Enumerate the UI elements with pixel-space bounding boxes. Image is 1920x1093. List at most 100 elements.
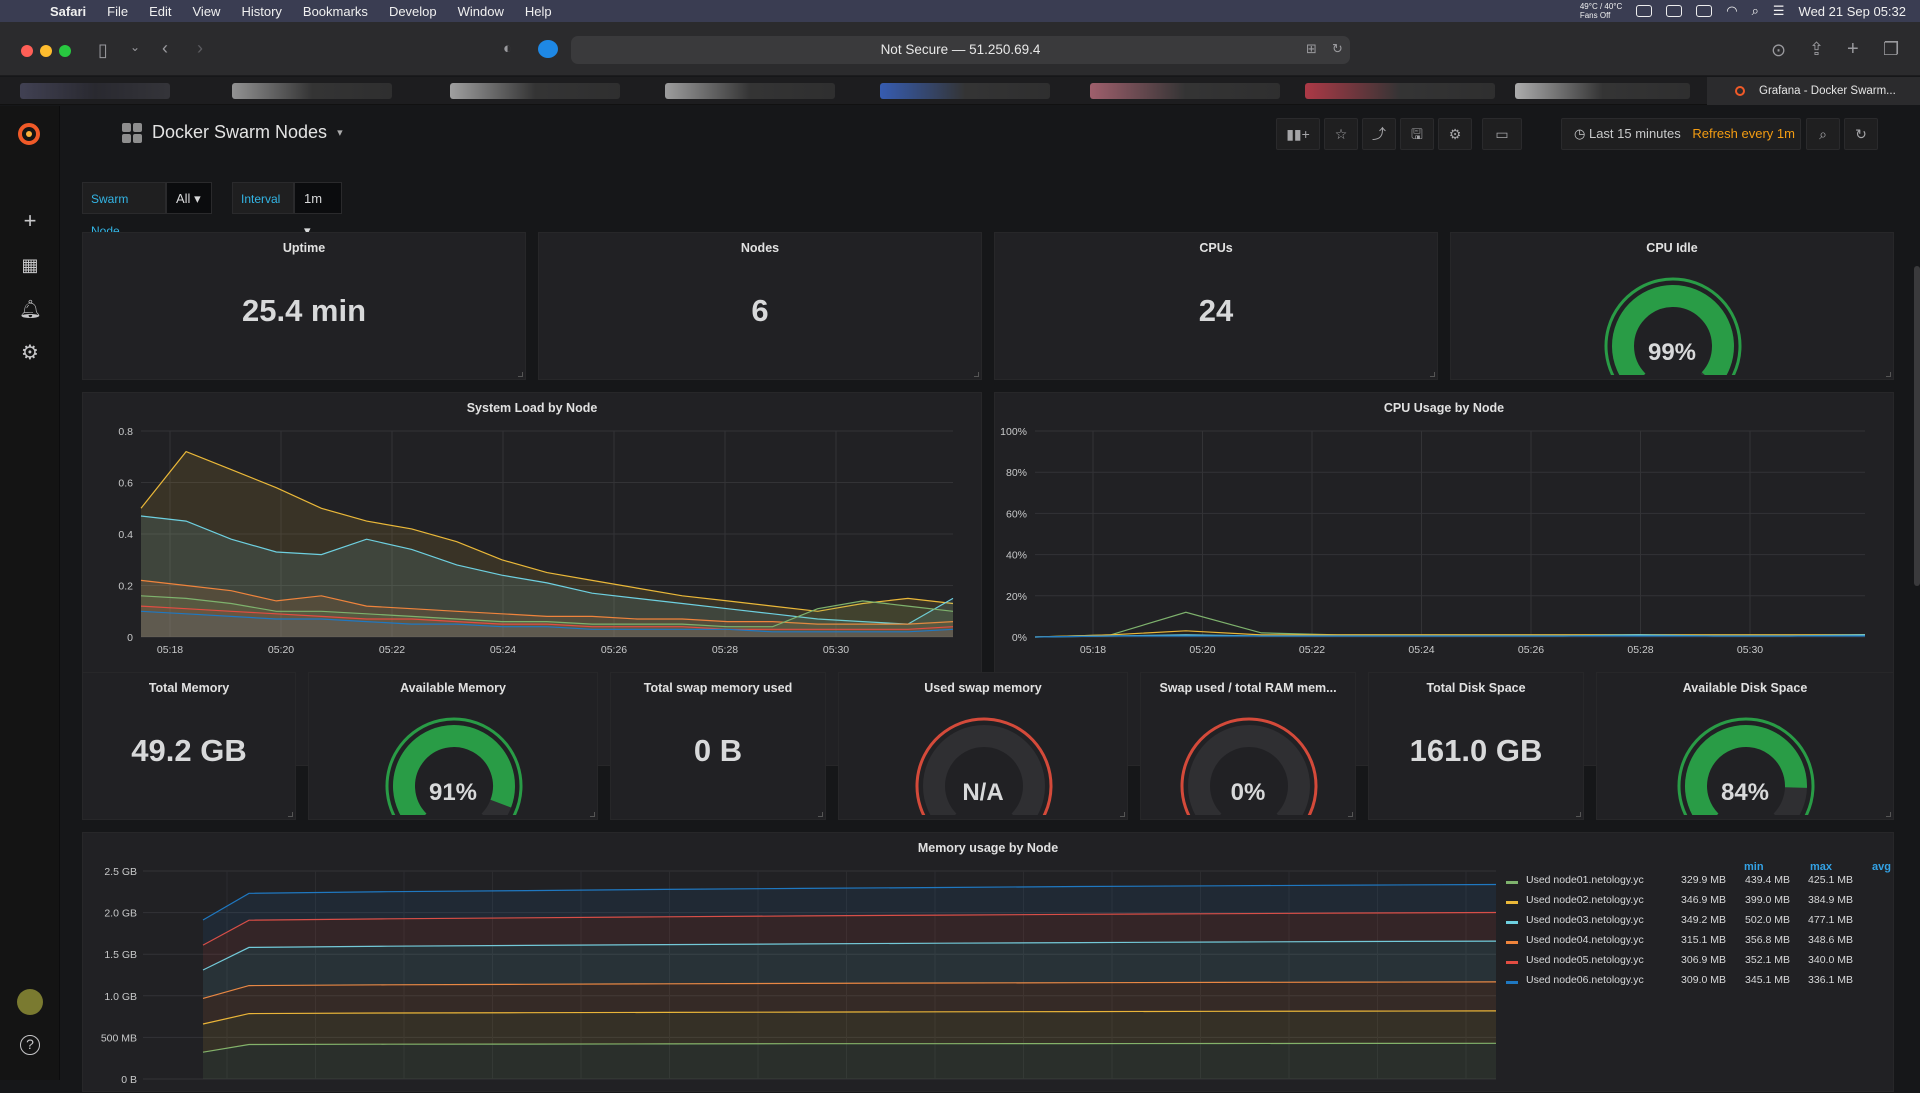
legend-col-max[interactable]: max [1810, 861, 1832, 873]
menu-help[interactable]: Help [525, 4, 552, 19]
tv-mode-button[interactable]: ▭ [1482, 118, 1522, 150]
legend-col-min[interactable]: min [1744, 861, 1764, 873]
tab-blurred[interactable] [20, 83, 170, 99]
legend-item[interactable]: Used node02.netology.yc 346.9 MB 399.0 MB 3… [1506, 894, 1876, 914]
wifi-icon[interactable]: ◠ [1726, 3, 1737, 19]
variable-swarm-node-select[interactable]: All ▾ [166, 182, 212, 214]
panel-swap-ratio[interactable]: Swap used / total RAM mem... 0% [1140, 672, 1356, 820]
minimize-window-button[interactable] [40, 45, 52, 57]
time-picker[interactable]: ◷ Last 15 minutes Refresh every 1m [1561, 118, 1801, 150]
share-dashboard-button[interactable]: ⤴ [1362, 118, 1396, 150]
extension-icon[interactable] [538, 40, 558, 58]
menu-edit[interactable]: Edit [149, 4, 171, 19]
sidebar-toggle-icon[interactable]: ▯ [98, 40, 108, 61]
share-icon[interactable]: ⇪ [1809, 39, 1824, 60]
menu-bookmarks[interactable]: Bookmarks [303, 4, 368, 19]
page-scrollbar[interactable] [1914, 266, 1920, 586]
panel-cpu-idle[interactable]: CPU Idle 99% [1450, 232, 1894, 380]
menu-window[interactable]: Window [458, 4, 504, 19]
menu-view[interactable]: View [193, 4, 221, 19]
status-icon-3[interactable] [1696, 5, 1713, 17]
status-icon-1[interactable] [1636, 5, 1653, 17]
create-plus-icon[interactable]: + [19, 210, 41, 232]
tab-grafana[interactable]: Grafana - Docker Swarm... [1707, 77, 1920, 105]
tab-blurred[interactable] [665, 83, 835, 99]
resize-handle[interactable] [1576, 812, 1581, 817]
legend-col-avg[interactable]: avg [1872, 861, 1891, 873]
dashboard-title-picker[interactable]: Docker Swarm Nodes ▾ [122, 122, 343, 143]
tab-blurred[interactable] [1090, 83, 1280, 99]
new-tab-icon[interactable]: + [1847, 38, 1859, 61]
legend-item[interactable]: Used node06.netology.yc 309.0 MB 345.1 MB 3… [1506, 974, 1876, 994]
resize-handle[interactable] [518, 372, 523, 377]
panel-total-swap[interactable]: Total swap memory used 0 B [610, 672, 826, 820]
spotlight-search-icon[interactable]: ⌕ [1752, 3, 1759, 19]
tab-overview-icon[interactable]: ❐ [1883, 39, 1899, 60]
tab-blurred[interactable] [880, 83, 1050, 99]
reload-icon[interactable]: ↻ [1332, 41, 1343, 57]
menu-develop[interactable]: Develop [389, 4, 437, 19]
panel-total-disk[interactable]: Total Disk Space 161.0 GB [1368, 672, 1584, 820]
panel-used-swap[interactable]: Used swap memory N/A [838, 672, 1128, 820]
downloads-icon[interactable]: ⊙ [1771, 40, 1786, 61]
menu-history[interactable]: History [241, 4, 281, 19]
legend-swatch [1506, 921, 1518, 924]
tab-blurred[interactable] [232, 83, 392, 99]
user-avatar[interactable] [17, 989, 43, 1015]
zoom-window-button[interactable] [59, 45, 71, 57]
panel-uptime[interactable]: Uptime 25.4 min [82, 232, 526, 380]
resize-handle[interactable] [974, 372, 979, 377]
variable-label-interval: Interval [232, 182, 294, 214]
configuration-gear-icon[interactable]: ⚙ [19, 342, 41, 364]
star-button[interactable]: ☆ [1324, 118, 1358, 150]
resize-handle[interactable] [1120, 812, 1125, 817]
legend-item[interactable]: Used node01.netology.yc 329.9 MB 439.4 MB 4… [1506, 874, 1876, 894]
save-dashboard-button[interactable]: 🖫︎ [1400, 118, 1434, 150]
status-icon-2[interactable] [1666, 5, 1683, 17]
tab-blurred[interactable] [450, 83, 620, 99]
panel-available-disk[interactable]: Available Disk Space 84% [1596, 672, 1894, 820]
resize-handle[interactable] [1430, 372, 1435, 377]
chevron-down-icon[interactable]: ⌄ [130, 40, 140, 54]
caret-down-icon: ▾ [337, 127, 343, 139]
y-tick-label: 0.8 [118, 426, 133, 438]
legend-item[interactable]: Used node04.netology.yc 315.1 MB 356.8 MB 3… [1506, 934, 1876, 954]
dashboard-settings-button[interactable]: ⚙ [1438, 118, 1472, 150]
resize-handle[interactable] [1348, 812, 1353, 817]
tab-blurred[interactable] [1305, 83, 1495, 99]
resize-handle[interactable] [288, 812, 293, 817]
temps-top: 49°C / 40°C [1579, 2, 1623, 11]
menu-file[interactable]: File [107, 4, 128, 19]
panel-nodes[interactable]: Nodes 6 [538, 232, 982, 380]
variable-interval-select[interactable]: 1m ▾ [294, 182, 342, 238]
refresh-button[interactable]: ↻ [1844, 118, 1878, 150]
panel-available-memory[interactable]: Available Memory 91% [308, 672, 598, 820]
menu-safari[interactable]: Safari [50, 4, 86, 19]
menu-datetime[interactable]: Wed 21 Sep 05:32 [1799, 4, 1906, 19]
back-icon[interactable]: ‹ [162, 38, 168, 59]
forward-icon[interactable]: › [197, 38, 203, 59]
close-window-button[interactable] [21, 45, 33, 57]
tab-blurred[interactable] [1515, 83, 1690, 99]
translate-icon[interactable]: ⊞ [1306, 41, 1317, 57]
y-tick-label: 60% [1006, 508, 1027, 520]
add-panel-button[interactable]: ▮▮+ [1276, 118, 1320, 150]
grafana-logo-icon[interactable] [13, 118, 45, 150]
panel-cpus[interactable]: CPUs 24 [994, 232, 1438, 380]
alerting-bell-icon[interactable]: 🔔︎ [19, 298, 42, 320]
help-icon[interactable]: ? [20, 1035, 40, 1055]
resize-handle[interactable] [818, 812, 823, 817]
privacy-shield-icon[interactable]: ◐ [503, 40, 512, 57]
resize-handle[interactable] [590, 812, 595, 817]
address-bar[interactable]: Not Secure — 51.250.69.4 [571, 36, 1350, 64]
resize-handle[interactable] [1886, 372, 1891, 377]
panel-total-memory[interactable]: Total Memory 49.2 GB [82, 672, 296, 820]
zoom-out-button[interactable]: ⌕ [1806, 118, 1840, 150]
control-center-icon[interactable]: ☰ [1773, 3, 1785, 19]
dashboards-icon[interactable]: ▦ [19, 254, 41, 276]
legend-item[interactable]: Used node05.netology.yc 306.9 MB 352.1 MB 3… [1506, 954, 1876, 974]
temperature-readout[interactable]: 49°C / 40°C Fans Off [1580, 2, 1622, 20]
legend-avg: 348.6 MB [1808, 934, 1853, 946]
resize-handle[interactable] [1886, 812, 1891, 817]
legend-item[interactable]: Used node03.netology.yc 349.2 MB 502.0 MB 4… [1506, 914, 1876, 934]
